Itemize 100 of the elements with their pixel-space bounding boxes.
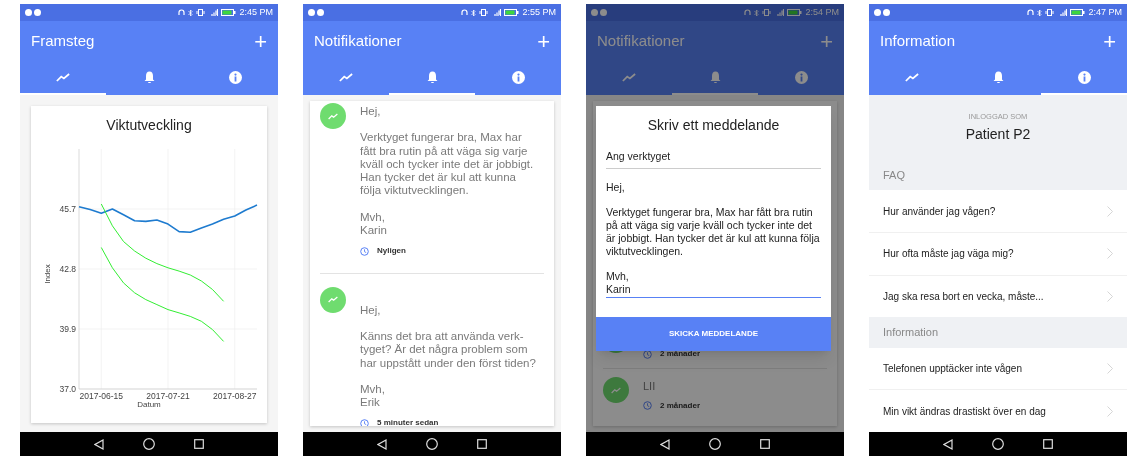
y-tick-label: 45.7 [58, 204, 76, 214]
trend-icon [905, 73, 919, 82]
clock-icon [360, 418, 369, 426]
faq-question: Jag ska resa bort en vecka, måste... [883, 290, 1044, 305]
message-title: LII [643, 379, 657, 394]
bell-icon [709, 71, 721, 84]
app-title: Information [880, 31, 956, 52]
recents-icon[interactable] [193, 439, 204, 449]
x-tick-label: 2017-07-21 [145, 391, 190, 401]
message-greeting: Hej, [360, 303, 382, 317]
battery-icon [787, 9, 803, 16]
faq-question: Hur använder jag vågen? [883, 204, 996, 219]
trend-icon [622, 73, 636, 82]
message-signoff: Mvh, [360, 210, 386, 225]
home-icon[interactable] [143, 438, 155, 450]
chevron-right-icon [1107, 362, 1113, 374]
clock-icon [360, 246, 369, 256]
bluetooth-icon [1037, 8, 1043, 17]
send-message-button[interactable]: SKICKA MEDDELANDE [596, 316, 831, 351]
home-icon[interactable] [992, 438, 1004, 450]
info-icon [228, 71, 242, 84]
chevron-right-icon [1107, 405, 1113, 417]
app-title: Notifikationer [314, 31, 402, 52]
headphones-icon [178, 9, 186, 16]
vibrate-icon [479, 9, 489, 16]
message-time: 2 månader [660, 348, 701, 360]
chevron-right-icon [1107, 291, 1113, 303]
clock-icon [643, 349, 652, 359]
x-tick-label: 2017-08-27 [212, 391, 256, 401]
info-icon [511, 71, 525, 84]
battery-icon [504, 9, 520, 16]
signal-icon [1057, 9, 1068, 16]
signal-icon [208, 9, 219, 16]
status-time: 2:54 PM [805, 8, 839, 17]
message-field[interactable]: Hej, Verktyget fungerar bra, Max har fått bra rutin på att väga sig varje kväll och tycker inte det är jobbigt. Han tycker det är kul att kunna följa viktutvecklingen. Mvh, Karin [606, 180, 821, 298]
faq-question: Telefonen upptäcker inte vågen [883, 361, 1022, 376]
add-button[interactable]: + [537, 30, 550, 53]
clock-icon [643, 401, 652, 410]
y-tick-label: 37.0 [58, 384, 76, 394]
dialog-title: Skriv ett meddelande [646, 116, 781, 135]
subject-field[interactable]: Ang verktyget [606, 149, 821, 169]
faq-question: Hur ofta måste jag väga mig? [883, 247, 1014, 262]
add-button[interactable]: + [254, 30, 267, 53]
battery-icon [1070, 9, 1086, 16]
message-greeting: Hej, [360, 105, 382, 119]
recents-icon[interactable] [476, 439, 487, 449]
app-title: Framsteg [31, 31, 95, 52]
info-icon [794, 71, 808, 84]
info-icon [1077, 71, 1091, 84]
add-button[interactable]: + [1103, 30, 1116, 53]
section-header: FAQ [883, 168, 905, 184]
y-tick-label: 39.9 [58, 324, 76, 334]
status-time: 2:47 PM [1088, 8, 1122, 17]
back-icon[interactable] [943, 438, 954, 450]
back-icon[interactable] [377, 438, 388, 450]
battery-icon [221, 9, 237, 16]
bell-icon [143, 71, 155, 84]
trend-icon [56, 73, 70, 82]
bell-icon [992, 71, 1004, 84]
message-body: Verktyget fungerar bra, Max har fått bra rutin på att väga sig varje kväll och tycker inte det är jobbigt. Han tycker det är kul att kunna följa viktutvecklingen. [360, 131, 535, 198]
bluetooth-icon [754, 8, 760, 17]
message-time: Nyligen [377, 245, 406, 258]
message-sender: Karin [360, 224, 388, 238]
y-axis-label: Index [42, 264, 52, 284]
vibrate-icon [1045, 9, 1055, 16]
trend-icon [611, 386, 621, 394]
account-name: Patient P2 [965, 125, 1031, 145]
message-signoff: Mvh, [360, 382, 386, 397]
headphones-icon [1027, 9, 1035, 16]
signal-icon [774, 9, 785, 16]
status-time: 2:45 PM [239, 8, 273, 17]
trend-icon [328, 296, 338, 304]
x-tick-label: 2017-06-15 [79, 391, 123, 401]
vibrate-icon [762, 9, 772, 16]
status-time: 2:55 PM [522, 8, 556, 17]
recents-icon[interactable] [1042, 439, 1053, 449]
app-title: Notifikationer [597, 31, 685, 52]
message-body: Känns det bra att använda verk-tyget? Är det några problem som har uppstått under den först tiden? [360, 329, 537, 370]
signal-icon [491, 9, 502, 16]
faq-question: Min vikt ändras drastiskt över en dag [883, 404, 1046, 419]
section-header: Information [883, 325, 939, 341]
back-icon[interactable] [94, 438, 105, 450]
recents-icon[interactable] [759, 439, 770, 449]
message-time: 2 månader [660, 399, 701, 412]
message-sender: Erik [360, 396, 381, 410]
vibrate-icon [196, 9, 206, 16]
headphones-icon [461, 9, 469, 16]
bluetooth-icon [471, 8, 477, 17]
chart-title: Viktutveckling [106, 116, 192, 135]
y-tick-label: 42.8 [58, 264, 76, 274]
bluetooth-icon [188, 8, 194, 17]
back-icon[interactable] [660, 438, 671, 450]
x-axis-label: Datum [136, 400, 161, 409]
trend-icon [328, 112, 338, 120]
home-icon[interactable] [709, 438, 721, 450]
home-icon[interactable] [426, 438, 438, 450]
headphones-icon [744, 9, 752, 16]
chevron-right-icon [1107, 205, 1113, 217]
trend-icon [339, 73, 353, 82]
message-time: 5 minuter sedan [377, 417, 439, 426]
